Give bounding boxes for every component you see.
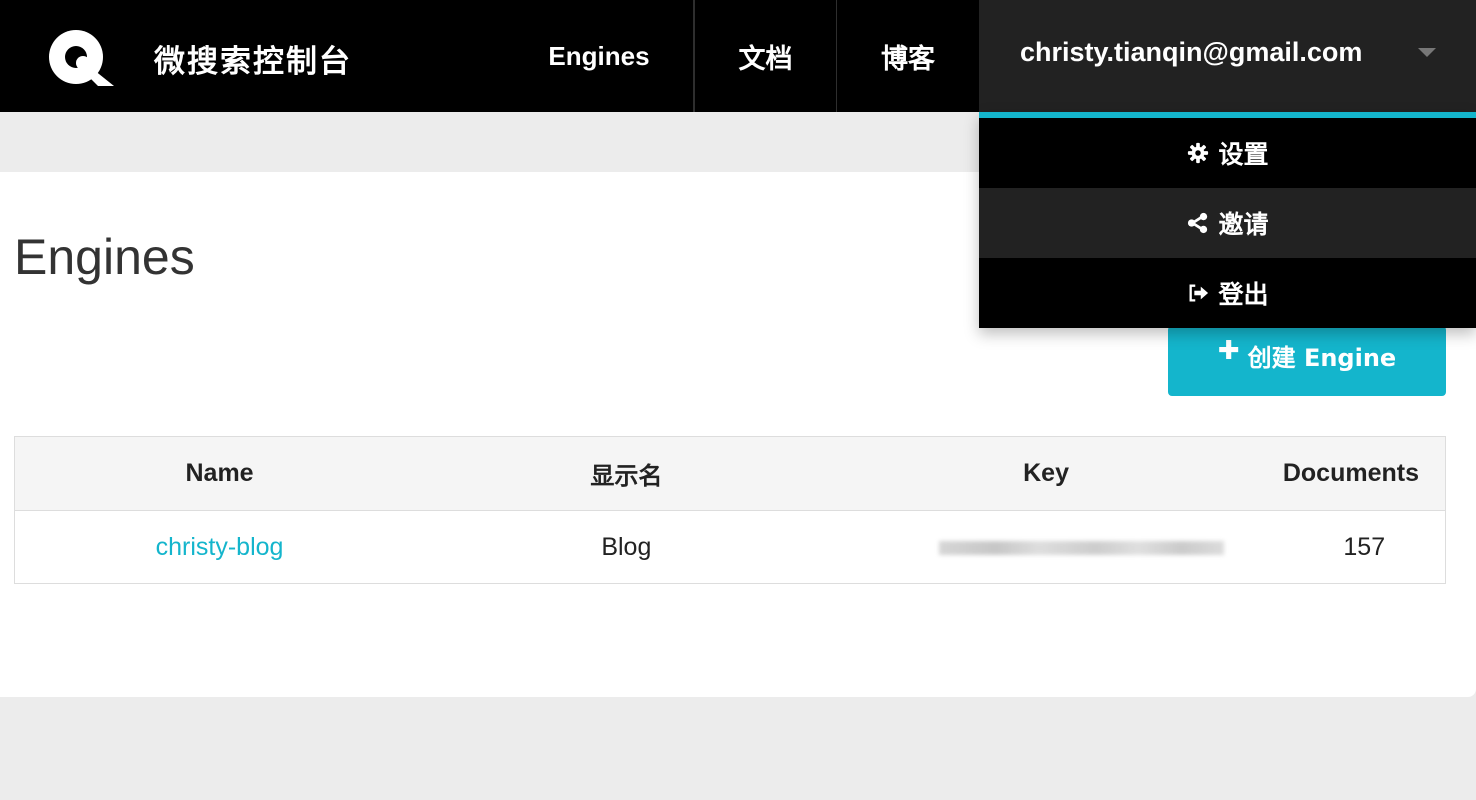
page-title: Engines <box>14 229 195 285</box>
column-header-display-name[interactable]: 显示名 <box>424 436 829 511</box>
column-header-documents[interactable]: Documents <box>1263 436 1446 511</box>
engine-name-cell: christy-blog <box>15 511 425 584</box>
gear-icon <box>1186 141 1210 165</box>
menu-item-logout[interactable]: 登出 <box>979 258 1476 328</box>
sign-out-icon <box>1186 281 1210 305</box>
nav-link-blog[interactable]: 博客 <box>837 0 979 112</box>
nav-link-docs[interactable]: 文档 <box>694 0 837 112</box>
plus-icon: ✚ <box>1217 336 1240 366</box>
user-menu-toggle[interactable]: christy.tianqin@gmail.com <box>979 0 1476 112</box>
table-header-row: Name 显示名 Key Documents <box>14 436 1446 511</box>
share-icon <box>1186 211 1210 235</box>
create-engine-button[interactable]: ✚ 创建 Engine <box>1168 326 1446 396</box>
column-header-name[interactable]: Name <box>14 436 425 511</box>
engine-display-name: Blog <box>601 532 652 561</box>
nav-link-engines[interactable]: Engines <box>504 0 694 112</box>
menu-item-label: 设置 <box>1218 140 1269 169</box>
menu-item-invite[interactable]: 邀请 <box>979 188 1476 258</box>
menu-item-settings[interactable]: 设置 <box>979 118 1476 188</box>
create-engine-label: 创建 Engine <box>1247 344 1397 372</box>
logo-icon[interactable] <box>42 26 126 88</box>
caret-down-icon <box>1418 48 1436 57</box>
redacted-key <box>938 540 1224 555</box>
brand-title[interactable]: 微搜索控制台 <box>154 36 352 81</box>
user-dropdown-menu: 设置 邀请 登出 <box>979 112 1476 328</box>
user-email: christy.tianqin@gmail.com <box>1020 37 1363 67</box>
engine-name-link[interactable]: christy-blog <box>156 533 284 561</box>
menu-item-label: 邀请 <box>1218 210 1269 239</box>
table-row: christy-blog Blog 157 <box>15 511 1446 584</box>
engine-key-cell <box>829 511 1264 584</box>
column-header-key[interactable]: Key <box>828 436 1264 511</box>
engine-document-count: 157 <box>1343 532 1386 561</box>
menu-item-label: 登出 <box>1218 280 1269 309</box>
top-navbar: 微搜索控制台 Engines 文档 博客 christy.tianqin@gma… <box>0 0 1476 112</box>
engines-table: Name 显示名 Key Documents christy-blog Blog… <box>14 436 1446 584</box>
